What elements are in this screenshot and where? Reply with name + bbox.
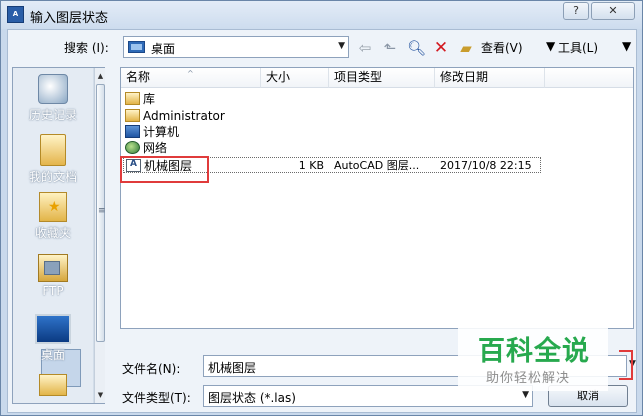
network-icon — [125, 141, 140, 154]
places-scrollbar[interactable]: ▲ ≡ ▼ — [94, 68, 106, 403]
column-header-size[interactable]: 大小 — [261, 68, 329, 88]
place-label: 收藏夹 — [34, 226, 71, 240]
place-favorites[interactable]: 收藏夹 — [13, 192, 93, 241]
list-item-administrator[interactable]: Administrator — [123, 108, 541, 124]
favorites-icon — [39, 192, 67, 222]
desktop-icon — [35, 314, 71, 344]
column-header-date[interactable]: 修改日期 — [435, 68, 545, 88]
sort-ascending-icon: ^ — [187, 69, 194, 78]
create-folder-icon[interactable]: ▰ — [457, 40, 475, 56]
place-label: FTP — [42, 284, 64, 298]
place-history[interactable]: 历史记录 — [13, 74, 93, 123]
chevron-down-icon[interactable]: ▼ — [338, 41, 345, 51]
documents-icon — [40, 134, 66, 166]
list-item-network[interactable]: 网络 — [123, 140, 541, 156]
list-item-library[interactable]: 库 — [123, 91, 541, 107]
help-button[interactable]: ? — [563, 2, 589, 20]
file-list[interactable]: 名称 ^ 大小 项目类型 修改日期 库 Administrator 计算机 网络 — [120, 67, 634, 329]
filename-value: 机械图层 — [208, 361, 257, 375]
filetype-value: 图层状态 (*.las) — [208, 391, 296, 405]
computer-icon — [125, 125, 140, 138]
item-name: 计算机 — [143, 125, 180, 139]
watermark: 百科全说 助你轻松解决 — [458, 325, 608, 391]
scrollbar-thumb[interactable]: ≡ — [96, 84, 106, 342]
search-label: 搜索 (I): — [64, 41, 109, 55]
places-sidebar: 历史记录 我的文档 收藏夹 FTP 桌面 — [12, 67, 106, 404]
close-button[interactable]: ✕ — [591, 2, 635, 20]
column-label-name: 名称 — [126, 70, 151, 84]
path-value: 桌面 — [151, 42, 176, 56]
delete-icon[interactable]: ✕ — [432, 40, 450, 57]
path-combo[interactable]: 桌面 ▼ — [123, 36, 349, 58]
tools-menu[interactable]: 工具(L) — [558, 39, 598, 56]
title-bar[interactable]: A 输入图层状态 ? ✕ — [1, 1, 642, 29]
ftp-icon — [38, 254, 68, 282]
place-label: 桌面 — [40, 348, 65, 362]
place-label: 历史记录 — [28, 108, 77, 122]
scroll-down-arrow-icon[interactable]: ▼ — [95, 388, 106, 402]
column-header-filler — [545, 68, 633, 88]
place-label: 我的文档 — [28, 170, 77, 184]
highlight-annotation-box — [120, 156, 209, 183]
back-icon[interactable]: ⇦ — [356, 40, 374, 56]
filetype-chevron-down-icon[interactable]: ▼ — [522, 390, 529, 400]
desktop-folder-icon — [128, 41, 145, 53]
grip-icon: ≡ — [98, 206, 106, 216]
place-desktop[interactable]: 桌面 — [13, 314, 93, 363]
search-web-icon[interactable]: 🔍︎ — [407, 40, 426, 56]
library-icon — [125, 92, 140, 105]
place-more[interactable] — [13, 374, 93, 396]
view-chevron-down-icon[interactable]: ▼ — [546, 39, 555, 53]
column-header-name[interactable]: 名称 ^ — [121, 68, 261, 88]
item-name: 库 — [143, 92, 156, 106]
view-menu[interactable]: 查看(V) — [481, 39, 523, 56]
item-name: 网络 — [143, 141, 168, 155]
item-name: Administrator — [143, 109, 225, 123]
filename-label: 文件名(N): — [122, 362, 181, 376]
autocad-app-icon: A — [7, 6, 24, 23]
item-type: AutoCAD 图层... — [334, 159, 420, 172]
filetype-label: 文件类型(T): — [122, 391, 191, 405]
place-documents[interactable]: 我的文档 — [13, 134, 93, 185]
list-item-computer[interactable]: 计算机 — [123, 124, 541, 140]
folder-icon — [39, 374, 67, 396]
item-size: 1 KB — [298, 159, 324, 172]
places-list: 历史记录 我的文档 收藏夹 FTP 桌面 — [13, 68, 93, 403]
history-icon — [38, 74, 68, 104]
up-folder-icon[interactable]: ⬑ — [381, 40, 399, 56]
column-header-type[interactable]: 项目类型 — [329, 68, 435, 88]
highlight-annotation-box — [619, 350, 633, 380]
watermark-subtitle: 助你轻松解决 — [486, 371, 571, 386]
dialog-window: A 输入图层状态 ? ✕ 搜索 (I): 桌面 ▼ ⇦ ⬑ 🔍︎ ✕ ▰ 查看(… — [0, 0, 643, 416]
item-date: 2017/10/8 22:15 — [440, 159, 532, 172]
tools-chevron-down-icon[interactable]: ▼ — [622, 39, 631, 53]
window-title: 输入图层状态 — [30, 11, 109, 26]
watermark-title: 百科全说 — [478, 336, 590, 367]
user-folder-icon — [125, 109, 140, 122]
place-ftp[interactable]: FTP — [13, 254, 93, 298]
scroll-up-arrow-icon[interactable]: ▲ — [95, 69, 106, 83]
